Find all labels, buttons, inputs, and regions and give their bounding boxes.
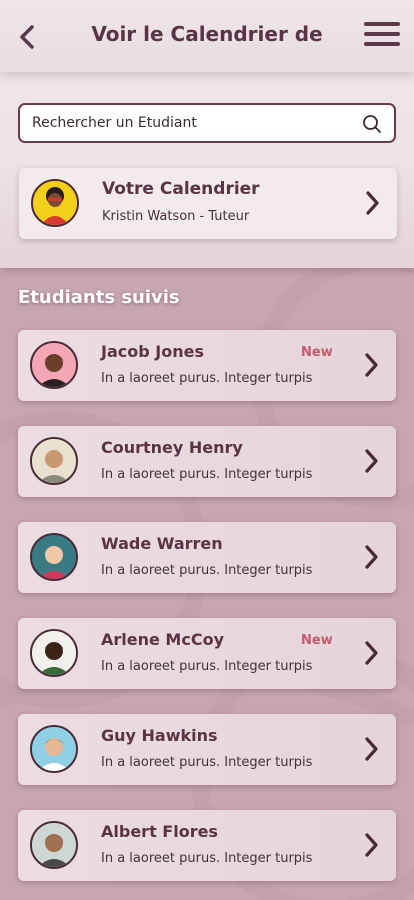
student-message: In a laoreet purus. Integer turpis [101,371,313,386]
my-calendar-subtitle: Kristin Watson - Tuteur [102,209,250,224]
chevron-right-icon [365,833,378,857]
student-name: Jacob Jones [101,342,204,361]
student-message: In a laoreet purus. Integer turpis [101,755,313,770]
my-calendar-title: Votre Calendrier [102,179,260,199]
section-title: Etudiants suivis [18,287,180,308]
page-title: Voir le Calendrier de [91,22,323,46]
chevron-right-icon [365,545,378,569]
student-card[interactable]: Courtney Henry In a laoreet purus. Integ… [18,426,396,497]
chevron-right-icon [365,641,378,665]
student-message: In a laoreet purus. Integer turpis [101,851,313,866]
student-card[interactable]: Arlene McCoy New In a laoreet purus. Int… [18,618,396,689]
chevron-right-icon [366,191,379,215]
chevron-right-icon [365,737,378,761]
avatar [30,437,78,485]
my-calendar-card[interactable]: Votre Calendrier Kristin Watson - Tuteur [19,168,397,239]
hamburger-menu-icon[interactable] [364,22,400,50]
avatar [31,179,79,227]
student-message: In a laoreet purus. Integer turpis [101,467,313,482]
avatar [30,821,78,869]
student-name: Albert Flores [101,822,218,841]
student-name: Wade Warren [101,534,223,553]
student-name: Arlene McCoy [101,630,224,649]
search-input[interactable] [32,105,352,141]
student-card[interactable]: Jacob Jones New In a laoreet purus. Inte… [18,330,396,401]
new-badge: New [301,633,333,648]
app-header: Voir le Calendrier de [0,0,414,72]
chevron-left-icon [20,25,34,49]
chevron-right-icon [365,449,378,473]
chevron-right-icon [365,353,378,377]
search-icon[interactable] [362,114,382,134]
back-button[interactable] [12,20,42,54]
new-badge: New [301,345,333,360]
student-card[interactable]: Wade Warren In a laoreet purus. Integer … [18,522,396,593]
student-card[interactable]: Albert Flores In a laoreet purus. Intege… [18,810,396,881]
search-field [18,103,396,143]
avatar [30,341,78,389]
student-message: In a laoreet purus. Integer turpis [101,563,313,578]
student-name: Courtney Henry [101,438,243,457]
avatar [30,629,78,677]
student-message: In a laoreet purus. Integer turpis [101,659,313,674]
avatar [30,725,78,773]
student-card[interactable]: Guy Hawkins In a laoreet purus. Integer … [18,714,396,785]
student-name: Guy Hawkins [101,726,218,745]
avatar [30,533,78,581]
